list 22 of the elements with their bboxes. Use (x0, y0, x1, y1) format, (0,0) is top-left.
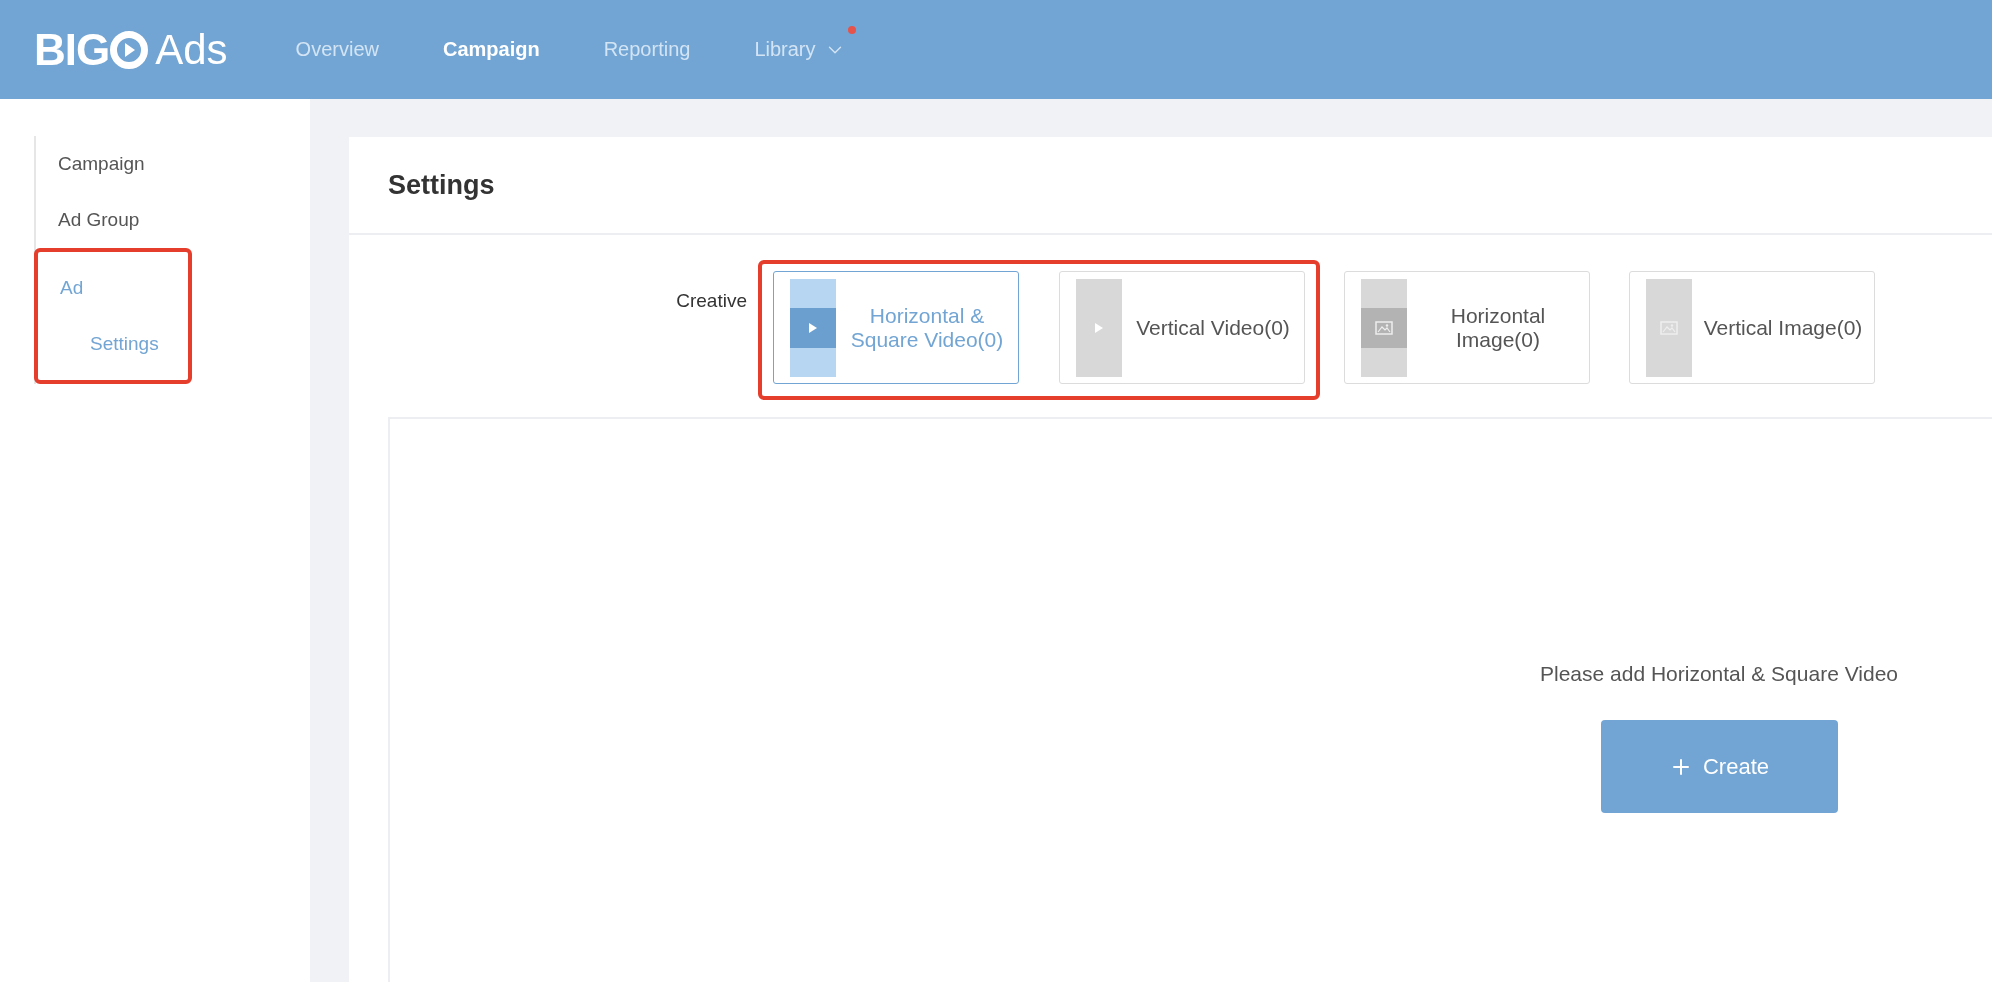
creative-tab[interactable]: Vertical Video(0) (1059, 271, 1305, 384)
sidebar-item[interactable]: Ad Group (36, 192, 192, 248)
play-icon (808, 321, 818, 334)
panel-title: Settings (388, 169, 495, 201)
create-button[interactable]: Create (1600, 720, 1838, 813)
sidebar-item[interactable]: Ad (38, 260, 188, 316)
nav-link[interactable]: Overview (295, 38, 379, 61)
sidebar-subitem[interactable]: Settings (38, 316, 188, 372)
creative-tab[interactable]: Horizontal Image(0) (1344, 271, 1590, 384)
logo-text: BIG (34, 24, 110, 75)
logo-text: Ads (155, 25, 228, 74)
image-icon (1375, 320, 1393, 335)
creative-tab[interactable]: Vertical Image(0) (1629, 271, 1875, 384)
play-icon (1094, 321, 1104, 334)
empty-message: Please add Horizontal & Square Video (1540, 662, 1898, 686)
logo-play-circle-icon (109, 29, 150, 70)
nav-link[interactable]: Library (754, 38, 846, 61)
nav-link[interactable]: Campaign (442, 38, 540, 61)
field-label: Creative (675, 290, 747, 312)
creative-tab[interactable]: Horizontal & Square Video(0) (773, 271, 1019, 384)
sidebar-item[interactable]: Campaign (36, 136, 192, 192)
nav-link[interactable]: Reporting (603, 38, 691, 61)
